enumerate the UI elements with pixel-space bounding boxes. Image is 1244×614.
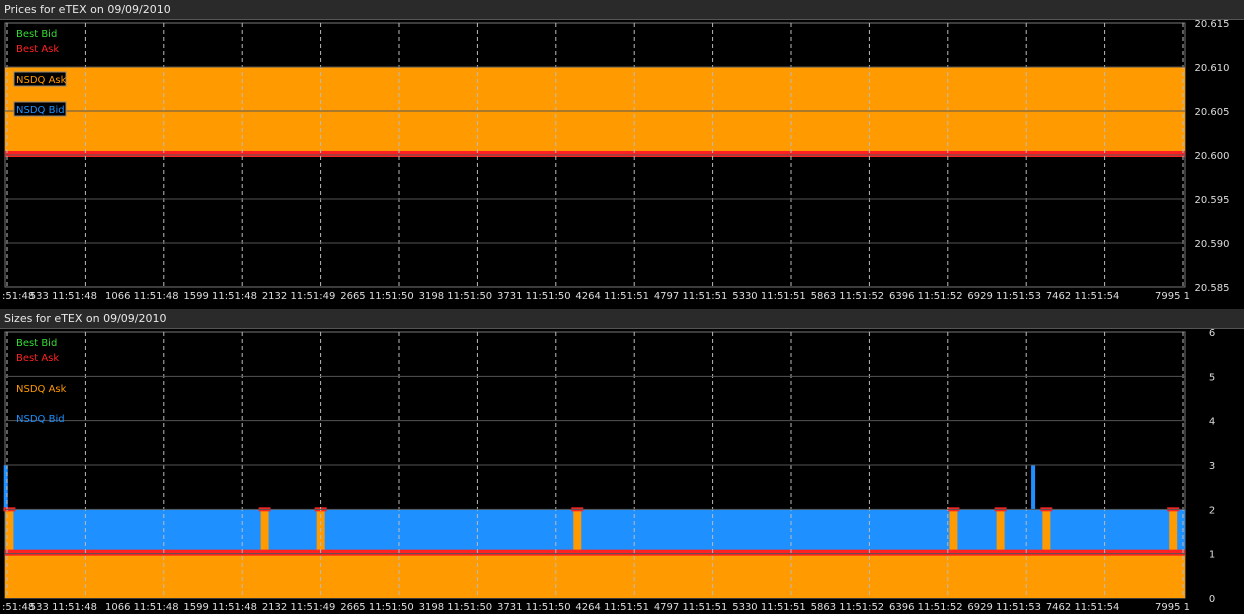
y-tick-label: 6 [1209,328,1215,339]
nsdq-ask-spike [260,509,269,554]
x-tick-label: 5863 11:51:52 [811,291,885,302]
x-tick-label: 6929 11:51:53 [967,602,1041,613]
y-tick-label: 5 [1209,372,1215,383]
x-tick-label: 6396 11:51:52 [889,602,963,613]
x-tick-label: 3198 11:51:50 [419,291,493,302]
y-tick-label: 20.600 [1195,151,1230,162]
x-tick-label: 4797 11:51:51 [654,602,728,613]
nsdq-bid-area [5,509,1185,554]
y-tick-label: 20.615 [1195,19,1230,30]
x-tick-label: 7995 1 [1155,291,1190,302]
nsdq-ask-spike [1042,509,1051,554]
prices-panel: Prices for eTEX on 09/09/2010 20.615 20.6… [0,0,1244,307]
nsdq-ask-spike [949,509,958,554]
y-tick-label: 1 [1209,550,1215,561]
sizes-panel: Sizes for eTEX on 09/09/2010 6 5 4 3 2 1 0:51:… [0,309,1244,614]
prices-chart: 20.615 20.610 20.605 20.600 20.595 20.590 20.5… [2,19,1230,302]
x-tick-label: 2132 11:51:49 [262,291,336,302]
nsdq-ask-area [5,553,1185,598]
y-tick-label: 20.605 [1195,107,1230,118]
x-tick-label: 5330 11:51:51 [732,291,806,302]
x-tick-label: 5863 11:51:52 [811,602,885,613]
x-tick-label: 2665 11:51:50 [340,602,414,613]
x-tick-label: 4264 11:51:51 [575,291,649,302]
x-tick-label: 7462 11:51:54 [1046,291,1120,302]
x-tick-label: 5330 11:51:51 [732,602,806,613]
x-tick-label: 7462 11:51:54 [1046,602,1120,613]
x-tick-label: 6929 11:51:53 [967,291,1041,302]
y-tick-label: 3 [1209,461,1215,472]
best-ask-line [5,151,1185,157]
x-tick-label: 1599 11:51:48 [183,602,257,613]
y-tick-label: 20.585 [1195,283,1230,294]
legend-best-bid: Best Bid [16,29,57,40]
legend-best-bid: Best Bid [16,338,57,349]
legend-best-ask: Best Ask [16,353,59,364]
x-tick-label: 4264 11:51:51 [575,602,649,613]
sizes-chart: 6543210:51:48533 11:51:48 1066 11:51:48 15… [2,328,1215,613]
y-tick-label: 20.590 [1195,239,1230,250]
y-tick-label: 2 [1209,505,1215,516]
x-tick-label: 533 11:51:48 [30,291,97,302]
x-tick-label: 1066 11:51:48 [105,291,179,302]
x-tick-label: 533 11:51:48 [30,602,97,613]
nsdq-ask-spike [573,509,582,554]
x-tick-label: 1066 11:51:48 [105,602,179,613]
x-tick-label: 3198 11:51:50 [419,602,493,613]
y-tick-label: 20.610 [1195,63,1230,74]
nsdq-bid-spike [1031,465,1036,510]
legend-nsdq-bid: NSDQ Bid [16,414,65,425]
x-tick-label: 6396 11:51:52 [889,291,963,302]
x-tick-label: 3731 11:51:50 [497,602,571,613]
nsdq-ask-spike [1169,509,1178,554]
x-tick-label: 7995 1 [1155,602,1190,613]
nsdq-ask-spike [996,509,1005,554]
legend-best-ask: Best Ask [16,44,59,55]
x-tick-label: 3731 11:51:50 [497,291,571,302]
y-tick-label: 0 [1209,594,1215,605]
x-tick-label: 2665 11:51:50 [340,291,414,302]
x-tick-label: 4797 11:51:51 [654,291,728,302]
y-tick-label: 4 [1209,417,1215,428]
x-tick-label: 1599 11:51:48 [183,291,257,302]
legend-nsdq-ask: NSDQ Ask [16,384,67,395]
x-tick-label: 2132 11:51:49 [262,602,336,613]
best-ask-line [5,549,1185,556]
legend-nsdq-bid: NSDQ Bid [16,105,65,116]
y-tick-label: 20.595 [1195,195,1230,206]
legend-nsdq-ask: NSDQ Ask [16,75,67,86]
